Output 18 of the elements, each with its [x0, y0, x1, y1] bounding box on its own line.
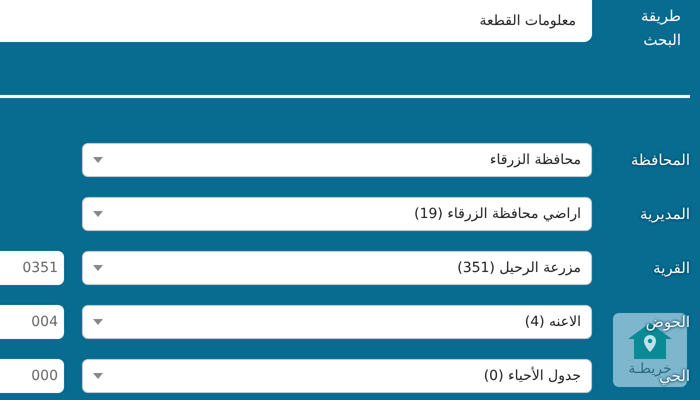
dropdown-select[interactable]: مزرعة الرحيل (351): [82, 251, 592, 285]
code-field[interactable]: 000: [0, 359, 64, 393]
dropdown-select[interactable]: اراضي محافظة الزرقاء (19): [82, 197, 592, 231]
field-label: القرية: [653, 259, 690, 277]
field-label: المحافظة: [630, 151, 690, 169]
field-label: المديرية: [640, 205, 690, 223]
dropdown-select[interactable]: محافظة الزرقاء: [82, 143, 592, 177]
dropdown-select[interactable]: الاعنه (4): [82, 305, 592, 339]
caret-icon: [93, 211, 103, 217]
caret-icon: [93, 319, 103, 325]
code-field[interactable]: 0351: [0, 251, 64, 285]
dropdown-select[interactable]: جدول الأحياء (0): [82, 359, 592, 393]
search-method-field[interactable]: معلومات القطعة: [0, 0, 592, 42]
caret-icon: [93, 373, 103, 379]
code-field[interactable]: 004: [0, 305, 64, 339]
caret-icon: [93, 157, 103, 163]
caret-icon: [93, 265, 103, 271]
search-method-label: طريقة البحث: [640, 6, 681, 51]
